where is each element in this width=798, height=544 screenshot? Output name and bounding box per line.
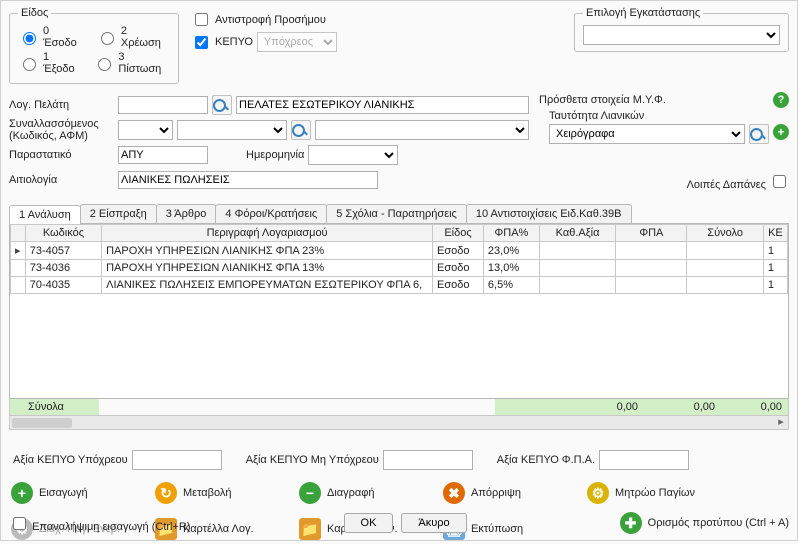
action-edit[interactable]: ↻Μεταβολή (155, 482, 273, 504)
counterparty-afm[interactable] (177, 120, 287, 140)
table-row[interactable]: ▸73-4057ΠΑΡΟΧΗ ΥΠΗΡΕΣΙΩΝ ΛΙΑΝΙΚΗΣ ΦΠΑ 23… (11, 242, 788, 260)
bottom-bar: Επαναλήψιμη εισαγωγή (Ctrl+R) OK Άκυρο ✚… (9, 512, 789, 534)
table-row[interactable]: 73-4036ΠΑΡΟΧΗ ΥΠΗΡΕΣΙΩΝ ΛΙΑΝΙΚΗΣ ΦΠΑ 13%… (11, 260, 788, 277)
action-delete[interactable]: −Διαγραφή (299, 482, 417, 504)
other-expenses-checkbox[interactable]: Λοιπές Δαπάνες (687, 179, 789, 191)
col-code[interactable]: Κωδικός (25, 225, 101, 242)
radio-expense[interactable]: 1 Έξοδο (18, 51, 83, 75)
type-legend: Είδος (18, 7, 51, 19)
tab-article[interactable]: 3 Άρθρο (156, 204, 217, 223)
reverse-sign-checkbox[interactable]: Αντιστροφή Προσήμου (191, 10, 326, 29)
counterparty-name[interactable] (315, 120, 529, 140)
kepyo-checkbox[interactable]: ΚΕΠΥΟ (191, 33, 253, 52)
col-vat[interactable]: ΦΠΑ (616, 225, 687, 242)
sign-group: Αντιστροφή Προσήμου ΚΕΠΥΟ Υπόχρεος (191, 7, 361, 55)
date-select[interactable] (308, 145, 398, 165)
template-button[interactable]: ✚Ορισμός προτύπου (Ctrl + A) (620, 512, 789, 534)
action-assets[interactable]: ⚙Μητρώο Παγίων (587, 482, 705, 504)
installation-legend: Επιλογή Εγκατάστασης (583, 7, 703, 19)
lookup-counterparty-icon[interactable] (291, 120, 311, 140)
kepyo-my-input[interactable] (383, 450, 473, 470)
kepyo-yp-input[interactable] (132, 450, 222, 470)
lookup-customer-icon[interactable] (212, 95, 232, 115)
kepyo-values: Αξία ΚΕΠΥΟ Υπόχρεου Αξία ΚΕΠΥΟ Μη Υπόχρε… (13, 450, 785, 470)
tab-taxes[interactable]: 4 Φόροι/Κρατήσεις (215, 204, 327, 223)
customer-account-code[interactable] (118, 96, 208, 114)
action-reject[interactable]: ✖Απόρριψη (443, 482, 561, 504)
tabs: 1 Ανάλυση 2 Είσπραξη 3 Άρθρο 4 Φόροι/Κρα… (9, 204, 789, 224)
date-label: Ημερομηνία (246, 149, 304, 161)
myf-label: Πρόσθετα στοιχεία Μ.Υ.Φ. (539, 94, 767, 106)
tab-notes[interactable]: 5 Σχόλια - Παρατηρήσεις (326, 204, 467, 223)
reason-label: Αιτιολογία (9, 174, 114, 186)
counterparty-label: Συναλλασσόμενος (Κωδικός, ΑΦΜ) (9, 118, 114, 142)
installation-select[interactable] (583, 25, 780, 45)
action-insert[interactable]: +Εισαγωγή (11, 482, 129, 504)
tab-receipt[interactable]: 2 Είσπραξη (80, 204, 157, 223)
col-net[interactable]: Καθ.Αξία (539, 225, 615, 242)
type-group: Είδος 0 Έσοδο 2 Χρέωση 1 Έξοδο 3 Πίστωση (9, 7, 179, 84)
actions: +Εισαγωγή ↻Μεταβολή −Διαγραφή ✖Απόρριψη … (9, 478, 789, 544)
totals-bar: Σύνολα 0,00 0,00 0,00 (9, 399, 789, 416)
cancel-button[interactable]: Άκυρο (401, 513, 466, 533)
totals-label: Σύνολα (22, 399, 99, 415)
radio-debit[interactable]: 2 Χρέωση (96, 25, 170, 49)
radio-credit[interactable]: 3 Πίστωση (93, 51, 170, 75)
tab-39b[interactable]: 10 Αντιστοιχίσεις Ειδ.Καθ.39Β (466, 204, 632, 223)
kepyo-select[interactable]: Υπόχρεος (257, 32, 337, 52)
dialog-window: Είδος 0 Έσοδο 2 Χρέωση 1 Έξοδο 3 Πίστωση… (0, 0, 798, 541)
tab-analysis[interactable]: 1 Ανάλυση (9, 205, 81, 224)
document-label: Παραστατικό (9, 149, 114, 161)
col-desc[interactable]: Περιγραφή Λογαριασμού (102, 225, 433, 242)
col-type[interactable]: Είδος (433, 225, 484, 242)
retail-id-select[interactable]: Χειρόγραφα (549, 124, 745, 144)
customer-account-label: Λογ. Πελάτη (9, 99, 114, 111)
col-vatp[interactable]: ΦΠΑ% (483, 225, 539, 242)
radio-income[interactable]: 0 Έσοδο (18, 25, 86, 49)
counterparty-code[interactable] (118, 120, 173, 140)
customer-account-desc[interactable] (236, 96, 529, 114)
grid-scrollbar[interactable]: ▸ (9, 416, 789, 430)
reason-input[interactable] (118, 171, 378, 189)
grid[interactable]: Κωδικός Περιγραφή Λογαριασμού Είδος ΦΠΑ%… (9, 224, 789, 399)
installation-group: Επιλογή Εγκατάστασης (574, 7, 789, 52)
col-ke[interactable]: ΚΕ (763, 225, 787, 242)
retail-id-label: Ταυτότητα Λιανικών (549, 110, 789, 122)
col-total[interactable]: Σύνολο (687, 225, 763, 242)
help-icon[interactable]: ? (773, 92, 789, 108)
document-input[interactable] (118, 146, 208, 164)
ok-button[interactable]: OK (344, 513, 394, 533)
lookup-retail-icon[interactable] (749, 124, 769, 144)
add-retail-icon[interactable]: + (773, 124, 789, 140)
table-row[interactable]: 70-4035ΛΙΑΝΙΚΕΣ ΠΩΛΗΣΕΙΣ ΕΜΠΟΡΕΥΜΑΤΩΝ ΕΣ… (11, 277, 788, 294)
repeat-checkbox[interactable]: Επαναλήψιμη εισαγωγή (Ctrl+R) (9, 514, 191, 533)
kepyo-fpa-input[interactable] (599, 450, 689, 470)
